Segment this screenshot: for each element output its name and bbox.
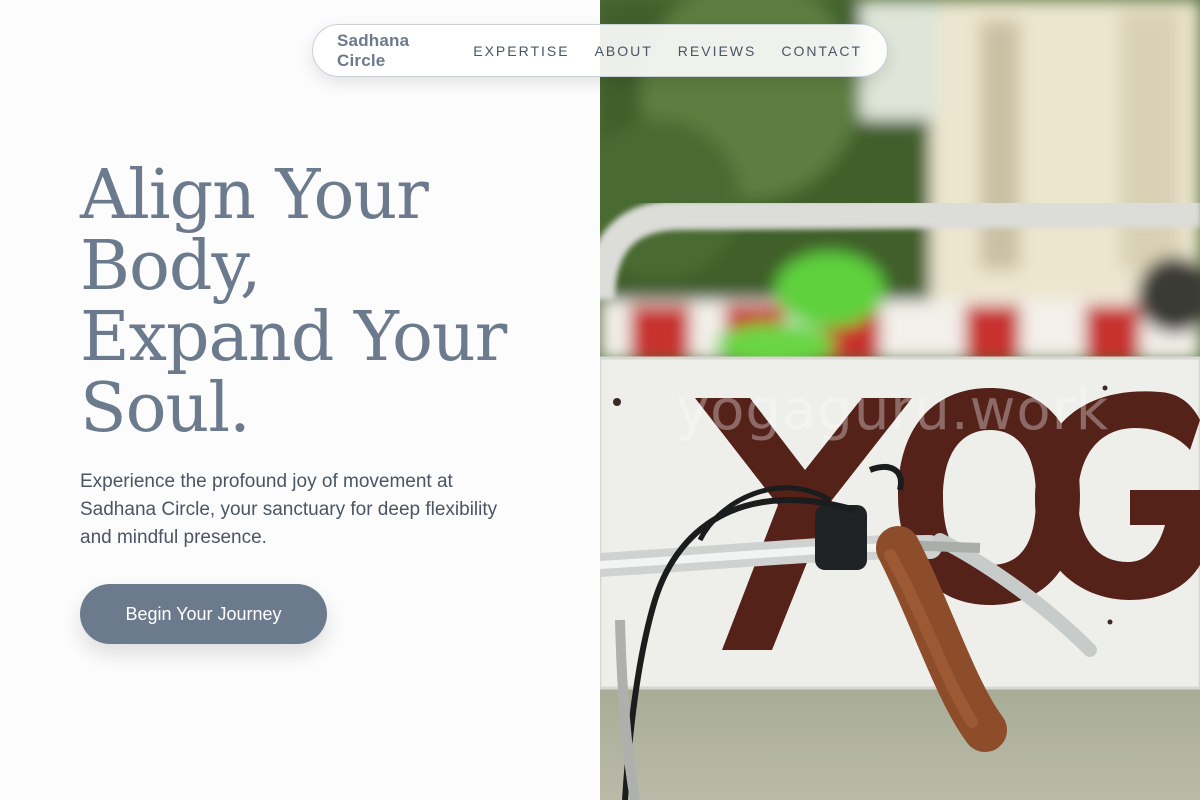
begin-journey-button[interactable]: Begin Your Journey [80, 584, 327, 644]
hero-title-line: Expand Your [80, 298, 507, 377]
hero-left-panel: Align Your Body, Expand Your Soul. Exper… [0, 0, 600, 800]
hero-title-line: Soul. [80, 369, 251, 448]
hero-title: Align Your Body, Expand Your Soul. [80, 160, 580, 444]
hero-title-line: Align Your [80, 156, 429, 235]
hero-subtitle: Experience the profound joy of movement … [80, 471, 498, 548]
hero-title-line: Body, [80, 227, 261, 306]
hero-photo: yogaguru.work [600, 0, 1200, 800]
nav-link-contact[interactable]: CONTACT [781, 43, 862, 59]
top-navigation: Sadhana Circle EXPERTISE ABOUT REVIEWS C… [312, 24, 888, 77]
nav-link-about[interactable]: ABOUT [595, 43, 653, 59]
brand-logo-text[interactable]: Sadhana Circle [337, 31, 441, 71]
watermark-text: yogaguru.work [676, 378, 1110, 443]
nav-link-expertise[interactable]: EXPERTISE [473, 43, 569, 59]
nav-link-reviews[interactable]: REVIEWS [678, 43, 757, 59]
